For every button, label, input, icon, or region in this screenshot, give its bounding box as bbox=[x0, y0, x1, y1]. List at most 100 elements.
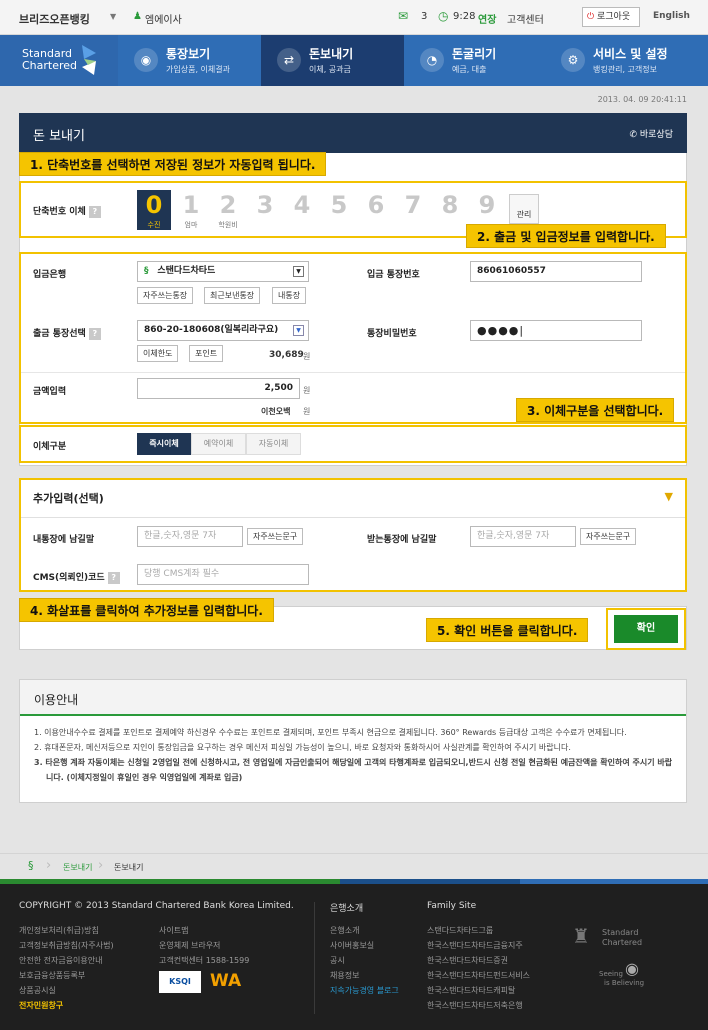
footer-link[interactable]: 한국스탠다드차타드증권 bbox=[427, 955, 508, 966]
out-account-select[interactable]: 860-20-180608(일복리라구요) ▼ bbox=[137, 320, 309, 341]
footer-link[interactable]: 사이트맵 bbox=[159, 925, 188, 936]
speed-dial-7[interactable]: 7 bbox=[396, 190, 430, 220]
out-account-value: 860-20-180608(일복리라구요) bbox=[144, 325, 279, 335]
help-icon[interactable]: ? bbox=[107, 571, 120, 584]
customer-center-link[interactable]: 고객센터 bbox=[507, 11, 544, 26]
mail-icon[interactable]: ✉ bbox=[398, 9, 408, 23]
points-button[interactable]: 포인트 bbox=[189, 345, 224, 362]
cms-input[interactable]: 당행 CMS계좌 필수 bbox=[137, 564, 309, 585]
speed-dial-3[interactable]: 3 bbox=[248, 190, 282, 220]
my-memo-input[interactable]: 한글,숫자,영문 7자 bbox=[137, 526, 243, 547]
bank-name[interactable]: 브리즈오픈뱅킹 bbox=[19, 11, 90, 27]
divider bbox=[21, 372, 685, 373]
nav-account-view[interactable]: ◉ 통장보기 가입상품, 이체결과 bbox=[118, 35, 261, 86]
nav-service-settings[interactable]: ⚙ 서비스 및 설정 뱅킹관리, 고객정보 bbox=[545, 35, 708, 86]
breadcrumb-item: 돈보내기 bbox=[114, 863, 144, 872]
language-link[interactable]: English bbox=[653, 11, 690, 21]
recv-memo-input[interactable]: 한글,숫자,영문 7자 bbox=[470, 526, 576, 547]
tab-auto-transfer[interactable]: 자동이체 bbox=[246, 433, 301, 455]
speed-dial-label: 단축번호 이체? bbox=[33, 204, 101, 218]
speed-dial-0[interactable]: 0 수진 bbox=[137, 190, 171, 230]
footer-link[interactable]: 공시 bbox=[330, 955, 345, 966]
nav-sub: 가입상품, 이체결과 bbox=[166, 65, 230, 74]
eye-logo-icon: ◉ bbox=[625, 959, 639, 978]
footer-link[interactable]: 상품공시실 bbox=[19, 985, 56, 996]
footer-link[interactable]: 고객컨택센터 1588-1599 bbox=[159, 955, 249, 966]
callout-step3: 3. 이체구분을 선택합니다. bbox=[516, 398, 675, 422]
footer-link[interactable]: 지속가능경영 블로그 bbox=[330, 985, 399, 996]
user-name[interactable]: 엠에이사 bbox=[145, 11, 182, 26]
chevron-down-icon: ▼ bbox=[293, 325, 304, 336]
footer-link[interactable]: 보호금융상품등록부 bbox=[19, 970, 85, 981]
breadcrumb-item[interactable]: 돈보내기 bbox=[63, 862, 92, 873]
footer-link[interactable]: 고객정보취급방침(자주사법) bbox=[19, 940, 114, 951]
tab-instant-transfer[interactable]: 즉시이체 bbox=[137, 433, 191, 455]
speed-dial-6[interactable]: 6 bbox=[359, 190, 393, 220]
password-input[interactable]: ●●●●| bbox=[470, 320, 642, 341]
growth-icon: ◔ bbox=[420, 48, 444, 72]
balance-unit: 원 bbox=[303, 352, 311, 361]
footer-link[interactable]: 채용정보 bbox=[330, 970, 359, 981]
extend-link[interactable]: 연장 bbox=[478, 11, 496, 26]
footer-link[interactable]: 한국스탠다드차타드캐피탈 bbox=[427, 985, 515, 996]
footer-link[interactable]: 은행소개 bbox=[330, 925, 359, 936]
tab-scheduled-transfer[interactable]: 예약이체 bbox=[191, 433, 246, 455]
speed-dial-manage[interactable]: 관리 bbox=[509, 194, 539, 224]
amount-input[interactable]: 2,500 bbox=[137, 378, 300, 399]
footer-link[interactable]: 전자민원창구 bbox=[19, 1000, 63, 1011]
nav-grow-money[interactable]: ◔ 돈굴리기 예금, 대출 bbox=[404, 35, 545, 86]
in-account-input[interactable]: 86061060557 bbox=[470, 261, 642, 282]
guide-panel: 이용안내 1. 이용안내수수료 결제를 포인트로 결제예약 하신경우 수수료는 … bbox=[19, 679, 687, 803]
callout-step2: 2. 출금 및 입금정보를 입력합니다. bbox=[466, 224, 666, 248]
transfer-limit-button[interactable]: 이체한도 bbox=[137, 345, 179, 362]
transfer-type-panel: 이체구분 즉시이체 예약이체 자동이체 bbox=[19, 425, 687, 463]
footer-link[interactable]: 사이버홍보실 bbox=[330, 940, 374, 951]
in-bank-value: 스탠다드차타드 bbox=[157, 266, 216, 276]
chevron-right-icon: › bbox=[98, 858, 104, 873]
in-bank-select[interactable]: § 스탠다드차타드 ▼ bbox=[137, 261, 309, 282]
speed-dial-8[interactable]: 8 bbox=[433, 190, 467, 220]
footer-link[interactable]: 스탠다드차타드그룹 bbox=[427, 925, 493, 936]
clock-icon: ◷ bbox=[438, 9, 449, 23]
speed-dial-2[interactable]: 2 학원비 bbox=[211, 190, 245, 230]
footer-stripe bbox=[0, 879, 708, 884]
footer-link[interactable]: 안전한 전자금융이용안내 bbox=[19, 955, 103, 966]
confirm-highlight: 확인 bbox=[606, 608, 686, 650]
help-icon[interactable]: ? bbox=[88, 205, 101, 218]
home-icon[interactable]: § bbox=[28, 859, 34, 872]
confirm-button[interactable]: 확인 bbox=[614, 615, 678, 643]
speed-dial-9[interactable]: 9 bbox=[470, 190, 504, 220]
user-icon: ♟ bbox=[133, 11, 142, 22]
transfer-type-label: 이체구분 bbox=[33, 442, 67, 452]
speed-dial-5[interactable]: 5 bbox=[322, 190, 356, 220]
recent-account-button[interactable]: 최근보낸통장 bbox=[204, 287, 261, 304]
out-account-label: 출금 통장선택? bbox=[33, 326, 101, 340]
callout-step4: 4. 화살표를 클릭하여 추가정보를 입력합니다. bbox=[19, 598, 274, 622]
my-phrase-button[interactable]: 자주쓰는문구 bbox=[247, 528, 304, 545]
speed-dial-1[interactable]: 1 엄마 bbox=[174, 190, 208, 230]
nav-send-money[interactable]: ⇄ 돈보내기 이체, 공과금 bbox=[261, 35, 404, 86]
footer-link[interactable]: 한국스탠다드차타드금융지주 bbox=[427, 940, 523, 951]
speed-dial-4[interactable]: 4 bbox=[285, 190, 319, 220]
logout-button[interactable]: ⏻ 로그아웃 bbox=[582, 7, 640, 27]
footer-link[interactable]: 개인정보처리(취급)방침 bbox=[19, 925, 99, 936]
sc-logo[interactable]: Standard Chartered bbox=[0, 35, 118, 86]
footer-link[interactable]: 한국스탠다드차타드펀드서비스 bbox=[427, 970, 530, 981]
help-icon[interactable]: ? bbox=[88, 327, 101, 340]
amount-label: 금액입력 bbox=[33, 387, 67, 397]
my-account-button[interactable]: 내통장 bbox=[272, 287, 307, 304]
top-bar: 브리즈오픈뱅킹 ▼ ♟ 엠에이사 ✉ 3 ◷ 9:28 연장 고객센터 ⏻ 로그… bbox=[0, 0, 708, 35]
frequent-account-button[interactable]: 자주쓰는통장 bbox=[137, 287, 194, 304]
cms-label: CMS(의뢰인)코드? bbox=[33, 570, 120, 584]
recv-phrase-button[interactable]: 자주쓰는문구 bbox=[580, 528, 637, 545]
footer-link[interactable]: 운영체제 브라우저 bbox=[159, 940, 220, 951]
mail-count: 3 bbox=[421, 11, 428, 22]
sc-partner-line1: Standard bbox=[602, 928, 639, 937]
footer-link[interactable]: 한국스탠다드차타드저축은행 bbox=[427, 1000, 523, 1011]
bank-dropdown-icon[interactable]: ▼ bbox=[110, 12, 116, 21]
nav-title: 서비스 및 설정 bbox=[593, 47, 668, 61]
expand-arrow-icon[interactable]: ▼ bbox=[665, 490, 673, 503]
consult-link[interactable]: ✆ 바로상담 bbox=[629, 127, 673, 140]
balance-value: 30,689 bbox=[269, 350, 304, 360]
callout-step1: 1. 단축번호를 선택하면 저장된 정보가 자동입력 됩니다. bbox=[19, 152, 327, 176]
